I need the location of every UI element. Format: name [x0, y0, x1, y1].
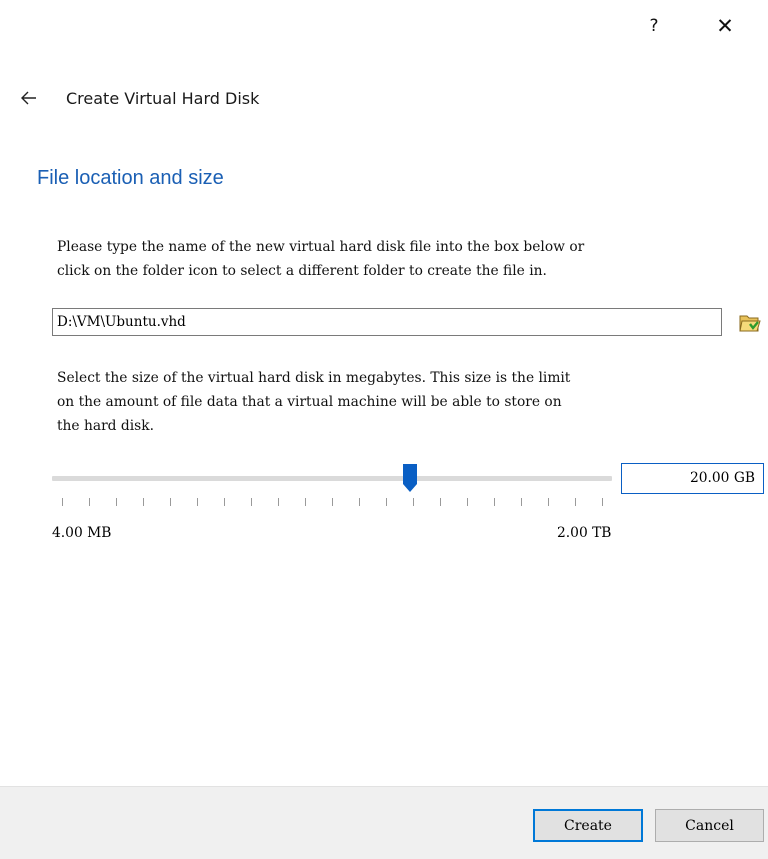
- folder-open-icon: [739, 315, 761, 332]
- back-button[interactable]: [14, 83, 44, 113]
- file-path-input[interactable]: [52, 308, 722, 336]
- slider-tick: [386, 498, 387, 506]
- slider-ticks: [52, 498, 612, 508]
- slider-tick: [170, 498, 171, 506]
- slider-tick: [521, 498, 522, 506]
- slider-tick: [305, 498, 306, 506]
- slider-tick: [548, 498, 549, 506]
- slider-tick: [62, 498, 63, 506]
- size-min-label: 4.00 MB: [52, 525, 112, 541]
- size-description: Select the size of the virtual hard disk…: [57, 370, 571, 434]
- slider-tick: [359, 498, 360, 506]
- slider-tick: [224, 498, 225, 506]
- dialog-title: Create Virtual Hard Disk: [66, 89, 260, 108]
- size-max-label: 2.00 TB: [557, 525, 612, 541]
- slider-tick: [89, 498, 90, 506]
- slider-tick: [494, 498, 495, 506]
- slider-tick: [116, 498, 117, 506]
- location-description: Please type the name of the new virtual …: [57, 239, 585, 279]
- size-value-field[interactable]: 20.00 GB: [621, 463, 764, 494]
- arrow-left-icon: [21, 91, 36, 105]
- size-slider[interactable]: [52, 464, 612, 492]
- slider-track: [52, 476, 612, 481]
- slider-tick: [413, 498, 414, 506]
- create-button[interactable]: Create: [533, 809, 643, 842]
- slider-tick: [251, 498, 252, 506]
- slider-tick: [440, 498, 441, 506]
- help-button[interactable]: ?: [636, 8, 672, 44]
- slider-tick: [278, 498, 279, 506]
- slider-thumb[interactable]: [403, 464, 418, 492]
- slider-tick: [332, 498, 333, 506]
- slider-tick: [197, 498, 198, 506]
- slider-tick: [575, 498, 576, 506]
- slider-tick: [467, 498, 468, 506]
- section-title: File location and size: [37, 167, 224, 189]
- choose-folder-button[interactable]: [737, 311, 763, 335]
- slider-tick: [602, 498, 603, 506]
- slider-tick: [143, 498, 144, 506]
- button-bar: [0, 786, 768, 859]
- cancel-button[interactable]: Cancel: [655, 809, 764, 842]
- close-button[interactable]: ✕: [707, 8, 743, 44]
